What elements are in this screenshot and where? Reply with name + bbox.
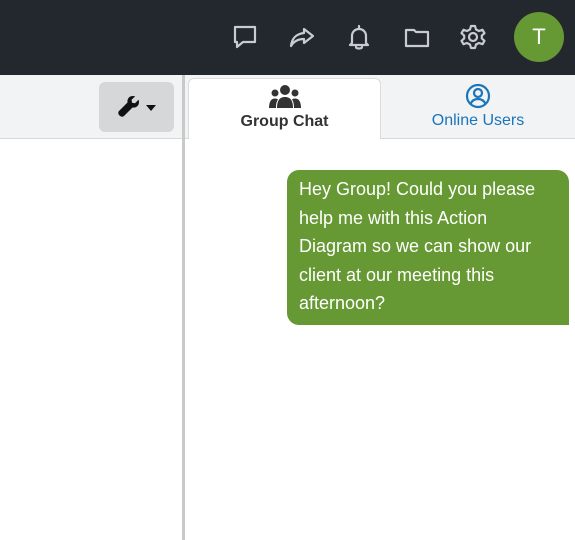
users-icon xyxy=(268,85,301,108)
tab-group-chat[interactable]: Group Chat xyxy=(188,78,381,139)
user-avatar[interactable]: T xyxy=(514,12,564,62)
caret-down-icon xyxy=(145,105,156,111)
avatar-initial: T xyxy=(532,24,546,49)
tab-online-users-label: Online Users xyxy=(431,112,525,129)
chat-message-area[interactable]: Hey Group! Could you please help me with… xyxy=(185,139,575,540)
left-toolbar xyxy=(0,75,182,139)
wrench-icon xyxy=(117,96,156,117)
tab-online-users[interactable]: Online Users xyxy=(381,78,575,138)
tab-group-chat-label: Group Chat xyxy=(240,113,329,130)
right-pane: Group Chat Online Users Hey Group! Could… xyxy=(185,75,575,540)
share-icon[interactable] xyxy=(287,22,317,52)
tab-bar: Group Chat Online Users xyxy=(185,75,575,139)
chat-message-bubble: Hey Group! Could you please help me with… xyxy=(287,170,569,325)
tools-dropdown-button[interactable] xyxy=(99,82,174,132)
user-circle-icon xyxy=(465,83,491,109)
bell-icon[interactable] xyxy=(344,22,374,52)
folder-icon[interactable] xyxy=(402,22,432,52)
chat-bubble-icon[interactable] xyxy=(230,22,260,52)
top-navigation-bar: T xyxy=(0,0,575,75)
gear-icon[interactable] xyxy=(458,22,488,52)
left-pane xyxy=(0,75,182,540)
